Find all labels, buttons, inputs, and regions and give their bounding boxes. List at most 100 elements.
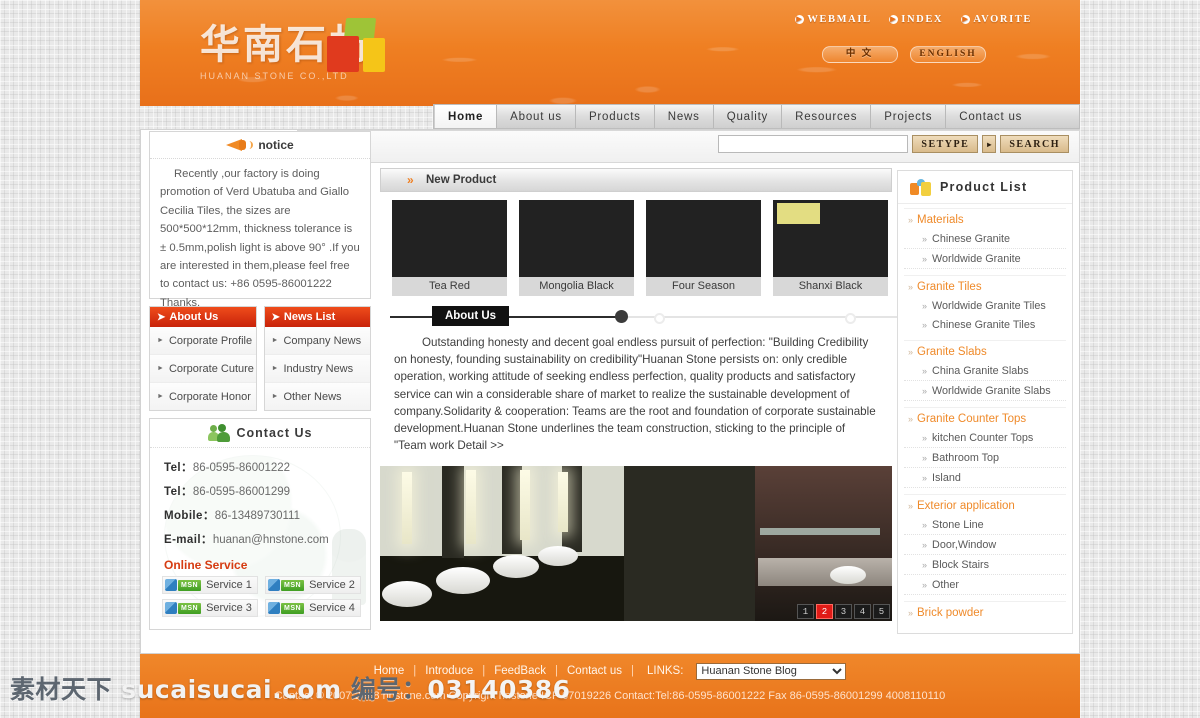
online-service-1[interactable]: MSN Service 1: [162, 576, 258, 594]
product-category-exterior-application[interactable]: » Exterior application: [904, 500, 1066, 512]
contact-label: Mobile：: [164, 510, 215, 522]
product-category-label: Exterior application: [917, 500, 1015, 512]
product-item-other[interactable]: » Other: [904, 575, 1066, 595]
setype-button[interactable]: SETYPE: [912, 135, 979, 153]
product-item-block-stairs[interactable]: » Block Stairs: [904, 555, 1066, 575]
nav-item-news[interactable]: News: [655, 105, 714, 128]
hero-slideshow[interactable]: 1 2 3 4 5: [380, 466, 892, 622]
slideshow-image-right: [755, 466, 892, 622]
product-category-granite-tiles[interactable]: » Granite Tiles: [904, 281, 1066, 293]
about-menu-item-corporate-profile[interactable]: ► Corporate Profile: [150, 327, 256, 355]
double-chevron-right-icon: »: [908, 501, 913, 511]
slideshow-page-4[interactable]: 4: [854, 604, 871, 620]
about-us-tab[interactable]: About Us: [432, 306, 509, 326]
top-link-webmail[interactable]: ▶ WEBMAIL: [795, 14, 871, 25]
product-group-granite-tiles: » Granite Tiles » Worldwide Granite Tile…: [904, 275, 1066, 334]
double-chevron-right-icon: »: [922, 365, 927, 376]
page-root: 华南石材 HUANAN STONE CO.,LTD ▶ WEBMAIL ▶ INDE…: [0, 0, 1200, 718]
search-button[interactable]: SEARCH: [1000, 135, 1069, 153]
double-chevron-right-icon: »: [922, 472, 927, 483]
site-logo[interactable]: 华南石材 HUANAN STONE CO.,LTD: [200, 18, 550, 92]
product-item-worldwide-granite-tiles[interactable]: » Worldwide Granite Tiles: [904, 296, 1066, 315]
online-service-label: Service 3: [206, 602, 252, 614]
double-chevron-right-icon: »: [922, 233, 927, 244]
product-item-chinese-granite-tiles[interactable]: » Chinese Granite Tiles: [904, 315, 1066, 334]
product-item-chinese-granite[interactable]: » Chinese Granite: [904, 229, 1066, 249]
slideshow-page-1[interactable]: 1: [797, 604, 814, 620]
slider-dot-active[interactable]: [615, 310, 628, 323]
product-item-island[interactable]: » Island: [904, 468, 1066, 488]
about-us-body: Outstanding honesty and decent goal endl…: [380, 328, 892, 454]
news-menu-item-other-news[interactable]: ► Other News: [264, 383, 370, 410]
nav-item-home[interactable]: Home: [434, 105, 498, 128]
top-link-index[interactable]: ▶ INDEX: [889, 14, 943, 25]
online-service-title: Online Service: [164, 558, 248, 572]
contact-label: Tel：: [164, 462, 193, 474]
product-item-china-granite-slabs[interactable]: » China Granite Slabs: [904, 361, 1066, 381]
nav-item-about-us[interactable]: About us: [497, 105, 576, 128]
product-item-stone-line[interactable]: » Stone Line: [904, 515, 1066, 535]
top-link-favorite[interactable]: ▶ AVORITE: [961, 14, 1032, 25]
about-us-detail-link[interactable]: Detail >>: [457, 439, 503, 452]
product-category-brick-powder[interactable]: » Brick powder: [904, 607, 1066, 619]
footer-links-select[interactable]: Huanan Stone Blog: [696, 662, 847, 680]
product-category-materials[interactable]: » Materials: [904, 214, 1066, 226]
about-menu-item-corporate-cuture[interactable]: ► Corporate Cuture: [150, 355, 256, 383]
play-bullet-icon: ▶: [889, 15, 899, 24]
online-service-2[interactable]: MSN Service 2: [265, 576, 361, 594]
product-card-mongolia-black[interactable]: Mongolia Black: [519, 200, 634, 296]
product-image: [519, 200, 634, 277]
about-menu-item-corporate-honor[interactable]: ► Corporate Honor: [150, 383, 256, 410]
news-menu-item-industry-news[interactable]: ► Industry News: [264, 355, 370, 383]
product-card-tea-red[interactable]: Tea Red: [392, 200, 507, 296]
main-navigation: Home About us Products News Quality Reso…: [433, 104, 1080, 129]
product-card-shanxi-black[interactable]: Shanxi Black: [773, 200, 888, 296]
online-service-4[interactable]: MSN Service 4: [265, 599, 361, 617]
product-category-label: Brick powder: [917, 607, 984, 619]
contact-details: Tel：86-0595-86001222 Tel：86-0595-8600129…: [150, 448, 370, 552]
product-list-title: Product List: [940, 180, 1028, 194]
product-item-worldwide-granite[interactable]: » Worldwide Granite: [904, 249, 1066, 269]
product-category-granite-counter-tops[interactable]: » Granite Counter Tops: [904, 413, 1066, 425]
product-caption: Mongolia Black: [519, 277, 634, 296]
product-item-kitchen-counter-tops[interactable]: » kitchen Counter Tops: [904, 428, 1066, 448]
notice-title: notice: [258, 138, 294, 152]
search-input[interactable]: [718, 135, 909, 153]
nav-item-resources[interactable]: Resources: [782, 105, 872, 128]
slideshow-page-5[interactable]: 5: [873, 604, 890, 620]
double-chevron-right-icon: »: [908, 608, 913, 618]
nav-item-contact-us[interactable]: Contact us: [946, 105, 1035, 128]
online-service-3[interactable]: MSN Service 3: [162, 599, 258, 617]
lang-button-chinese[interactable]: 中 文: [821, 46, 898, 63]
megaphone-icon: [226, 137, 254, 153]
nav-item-quality[interactable]: Quality: [714, 105, 783, 128]
news-menu-item-company-news[interactable]: ► Company News: [264, 327, 370, 355]
nav-item-projects[interactable]: Projects: [871, 105, 947, 128]
product-card-four-season[interactable]: Four Season: [646, 200, 761, 296]
product-item-label: Other: [932, 578, 960, 591]
online-service-label: Service 1: [206, 579, 252, 591]
footer-link-contact-us[interactable]: Contact us: [567, 665, 622, 677]
product-item-door-window[interactable]: » Door,Window: [904, 535, 1066, 555]
slideshow-page-3[interactable]: 3: [835, 604, 852, 620]
triangle-right-icon: ►: [157, 365, 164, 372]
product-image: [392, 200, 507, 277]
double-chevron-right-icon: »: [908, 282, 913, 292]
language-switcher: 中 文 ENGLISH: [814, 43, 986, 63]
slideshow-page-2[interactable]: 2: [816, 604, 833, 620]
contact-value: 86-0595-86001299: [192, 486, 291, 498]
contact-us-header: Contact Us: [150, 419, 370, 448]
product-item-worldwide-granite-slabs[interactable]: » Worldwide Granite Slabs: [904, 381, 1066, 401]
product-item-label: China Granite Slabs: [932, 364, 1029, 377]
contact-row-email: E-mail：huanan@hnstone.com: [164, 528, 370, 552]
about-menu-item-label: Corporate Profile: [168, 334, 253, 347]
nav-item-products[interactable]: Products: [576, 105, 655, 128]
product-category-granite-slabs[interactable]: » Granite Slabs: [904, 346, 1066, 358]
double-chevron-right-icon: »: [922, 300, 927, 311]
slider-dot-3[interactable]: [845, 313, 856, 324]
slider-dot-2[interactable]: [654, 313, 665, 324]
notice-header: notice: [150, 132, 370, 159]
setype-dropdown-arrow-icon[interactable]: ▸: [982, 135, 997, 153]
product-item-bathroom-top[interactable]: » Bathroom Top: [904, 448, 1066, 468]
lang-button-english[interactable]: ENGLISH: [910, 46, 986, 63]
